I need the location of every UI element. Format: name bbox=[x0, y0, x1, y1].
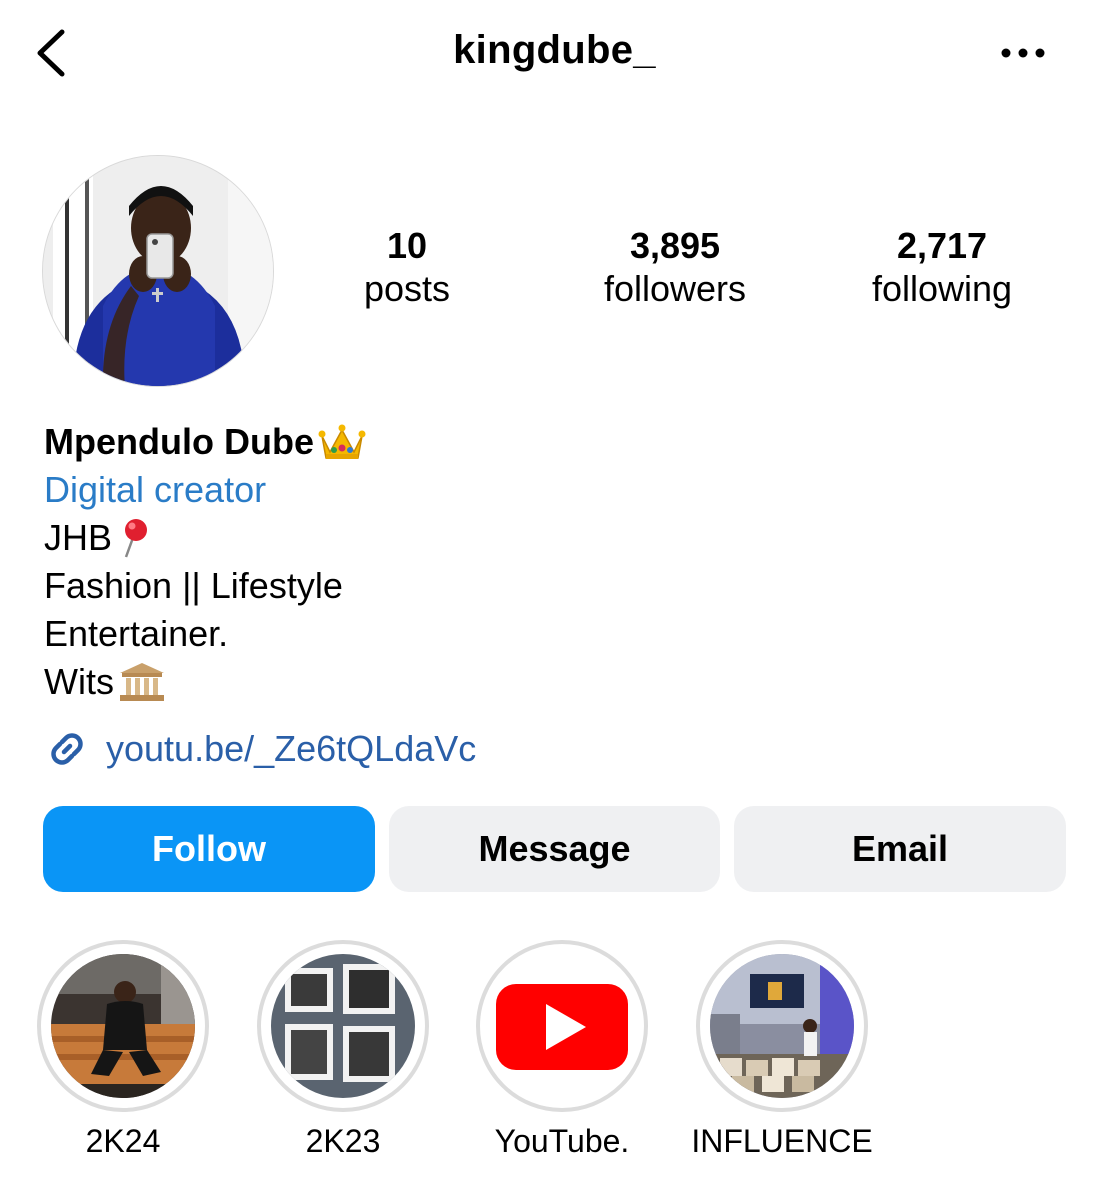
page-title: kingdube_ bbox=[453, 28, 656, 72]
highlight-label: INFLUENCE bbox=[691, 1123, 873, 1159]
stat-followers[interactable]: 3,895 followers bbox=[565, 225, 785, 311]
highlight-label: YouTube. bbox=[494, 1123, 630, 1159]
highlight-cover bbox=[710, 954, 854, 1098]
profile-page: kingdube_ 10 posts 3,895 followers 2,717… bbox=[0, 0, 1109, 1200]
email-button[interactable]: Email bbox=[734, 806, 1066, 892]
highlight-cover bbox=[51, 954, 195, 1098]
crown-icon bbox=[318, 424, 366, 459]
story-highlight[interactable]: 2K24 bbox=[13, 940, 233, 1160]
avatar[interactable] bbox=[42, 155, 274, 387]
highlight-ring bbox=[476, 940, 648, 1112]
classical-building-icon bbox=[119, 663, 164, 701]
highlight-cover bbox=[490, 954, 634, 1098]
more-horizontal-icon bbox=[1001, 48, 1045, 58]
more-options-button[interactable] bbox=[998, 38, 1050, 68]
stat-posts[interactable]: 10 posts bbox=[297, 225, 517, 311]
message-button[interactable]: Message bbox=[389, 806, 720, 892]
bio-line-text: Wits bbox=[44, 661, 114, 702]
profile-category: Digital creator bbox=[44, 469, 267, 510]
highlight-ring bbox=[37, 940, 209, 1112]
posts-count: 10 bbox=[386, 225, 428, 266]
bio-line-school: Wits bbox=[44, 658, 366, 706]
bio-line-location: JHB bbox=[44, 514, 366, 562]
highlight-label: 2K23 bbox=[305, 1123, 381, 1159]
bio-line-interests: Fashion || Lifestyle bbox=[44, 565, 343, 606]
posts-label: posts bbox=[363, 268, 451, 309]
following-label: following bbox=[871, 268, 1013, 309]
profile-link-text: youtu.be/_Ze6tQLdaVc bbox=[106, 728, 477, 769]
story-highlight[interactable]: 2K23 bbox=[233, 940, 453, 1160]
profile-link[interactable]: youtu.be/_Ze6tQLdaVc bbox=[44, 726, 476, 772]
bio-line-occupation: Entertainer. bbox=[44, 613, 229, 654]
follow-button[interactable]: Follow bbox=[43, 806, 375, 892]
link-icon bbox=[51, 733, 83, 765]
profile-name: Mpendulo Dube bbox=[44, 421, 314, 462]
followers-count: 3,895 bbox=[629, 225, 721, 266]
bio: Mpendulo Dube Digital creator JHB Fashio… bbox=[44, 418, 366, 706]
highlight-ring bbox=[257, 940, 429, 1112]
bio-line-text: JHB bbox=[44, 517, 113, 558]
highlight-ring bbox=[696, 940, 868, 1112]
pin-icon bbox=[124, 519, 148, 558]
avatar-photo bbox=[43, 156, 273, 386]
followers-label: followers bbox=[603, 268, 747, 309]
profile-name-row: Mpendulo Dube bbox=[44, 418, 366, 466]
highlight-label: 2K24 bbox=[85, 1123, 161, 1159]
story-highlight[interactable]: YouTube. bbox=[452, 940, 672, 1160]
highlight-cover bbox=[271, 954, 415, 1098]
stat-following[interactable]: 2,717 following bbox=[832, 225, 1052, 311]
following-count: 2,717 bbox=[896, 225, 988, 266]
story-highlight[interactable]: INFLUENCE bbox=[672, 940, 892, 1160]
